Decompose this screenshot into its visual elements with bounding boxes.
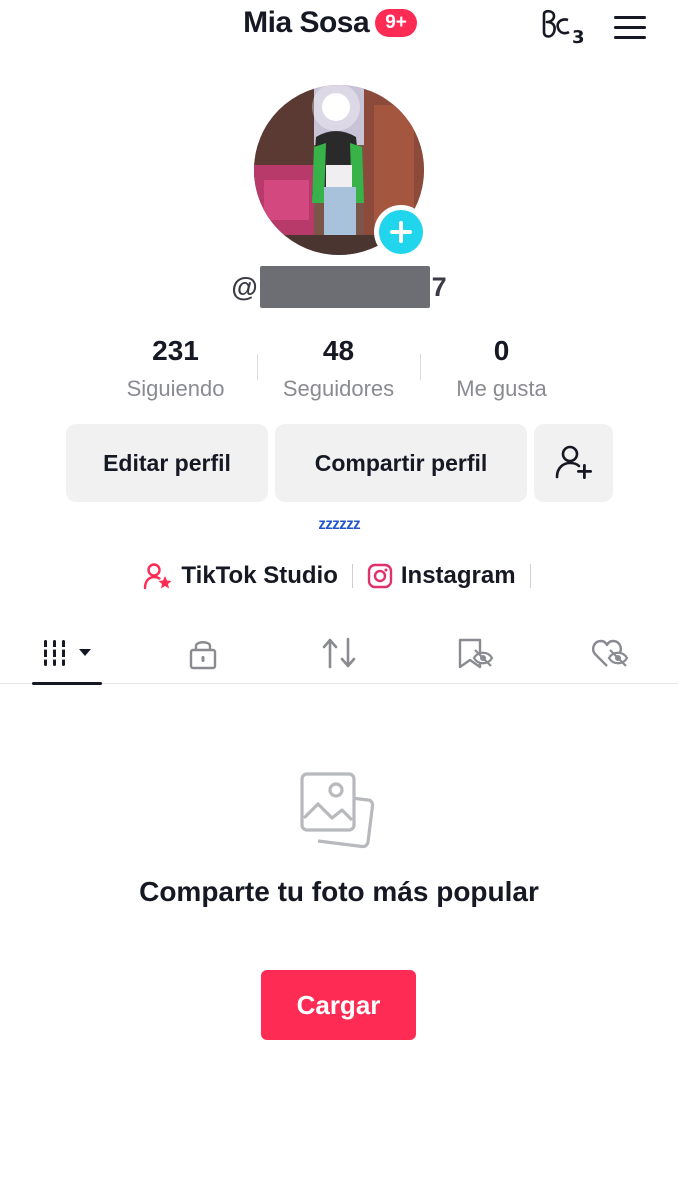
instagram-icon bbox=[367, 563, 393, 589]
link-divider bbox=[351, 564, 353, 588]
stat-followers[interactable]: 48 Seguidores bbox=[257, 334, 420, 402]
tiktok-studio-link[interactable]: TikTok Studio bbox=[143, 562, 338, 590]
menu-icon[interactable] bbox=[606, 8, 654, 48]
saved-hidden-icon bbox=[458, 638, 493, 669]
tab-videos[interactable] bbox=[0, 622, 136, 685]
studio-user-star-icon bbox=[144, 563, 172, 590]
tab-saved[interactable] bbox=[407, 622, 543, 684]
stat-label: Seguidores bbox=[282, 376, 395, 401]
tiktok-studio-label: TikTok Studio bbox=[181, 562, 338, 589]
profile-name: Mia Sosa bbox=[243, 6, 370, 39]
creator-tools-icon[interactable]: 3 bbox=[538, 8, 586, 48]
stat-likes[interactable]: 0 Me gusta bbox=[420, 334, 583, 402]
plus-icon bbox=[379, 210, 423, 254]
profile-links: TikTok Studio Instagram bbox=[0, 562, 678, 590]
repost-icon bbox=[322, 637, 356, 669]
liked-hidden-icon bbox=[592, 639, 629, 667]
username-redaction bbox=[259, 266, 430, 308]
empty-state-title: Comparte tu foto más popular bbox=[139, 876, 539, 907]
avatar-container[interactable] bbox=[254, 85, 428, 259]
edit-profile-button[interactable]: Editar perfil bbox=[66, 424, 268, 502]
lock-icon bbox=[190, 641, 217, 670]
add-user-icon bbox=[555, 445, 592, 479]
content-tabs bbox=[0, 622, 678, 685]
stat-label: Siguiendo bbox=[126, 376, 225, 401]
stat-label: Me gusta bbox=[456, 376, 547, 401]
tab-private[interactable] bbox=[136, 622, 272, 684]
tab-liked[interactable] bbox=[542, 622, 678, 684]
stat-value: 48 bbox=[322, 335, 355, 366]
upload-button[interactable]: Cargar bbox=[261, 970, 416, 1040]
top-bar: Mia Sosa 9+ 3 bbox=[0, 0, 678, 56]
add-friends-button[interactable] bbox=[534, 424, 613, 502]
bio-text: ᶻᶻᶻᶻᶻᶻ bbox=[318, 514, 361, 539]
username-suffix: 7 bbox=[431, 271, 447, 302]
instagram-link[interactable]: Instagram bbox=[367, 562, 516, 590]
share-profile-button[interactable]: Compartir perfil bbox=[275, 424, 527, 502]
instagram-label: Instagram bbox=[400, 562, 516, 589]
photos-icon bbox=[298, 768, 380, 852]
stat-value: 231 bbox=[152, 335, 199, 366]
tab-reposts[interactable] bbox=[271, 622, 407, 684]
username: @ 7 bbox=[0, 266, 678, 308]
svg-text:3: 3 bbox=[572, 27, 585, 48]
profile-stats: 231 Siguiendo 48 Seguidores 0 Me gusta bbox=[94, 334, 584, 402]
link-divider bbox=[529, 564, 531, 588]
notification-badge: 9+ bbox=[375, 9, 417, 37]
add-avatar-button[interactable] bbox=[374, 205, 428, 259]
stat-following[interactable]: 231 Siguiendo bbox=[94, 334, 257, 402]
username-prefix: @ bbox=[231, 271, 258, 302]
grid-icon bbox=[40, 640, 91, 666]
stat-value: 0 bbox=[493, 335, 510, 366]
